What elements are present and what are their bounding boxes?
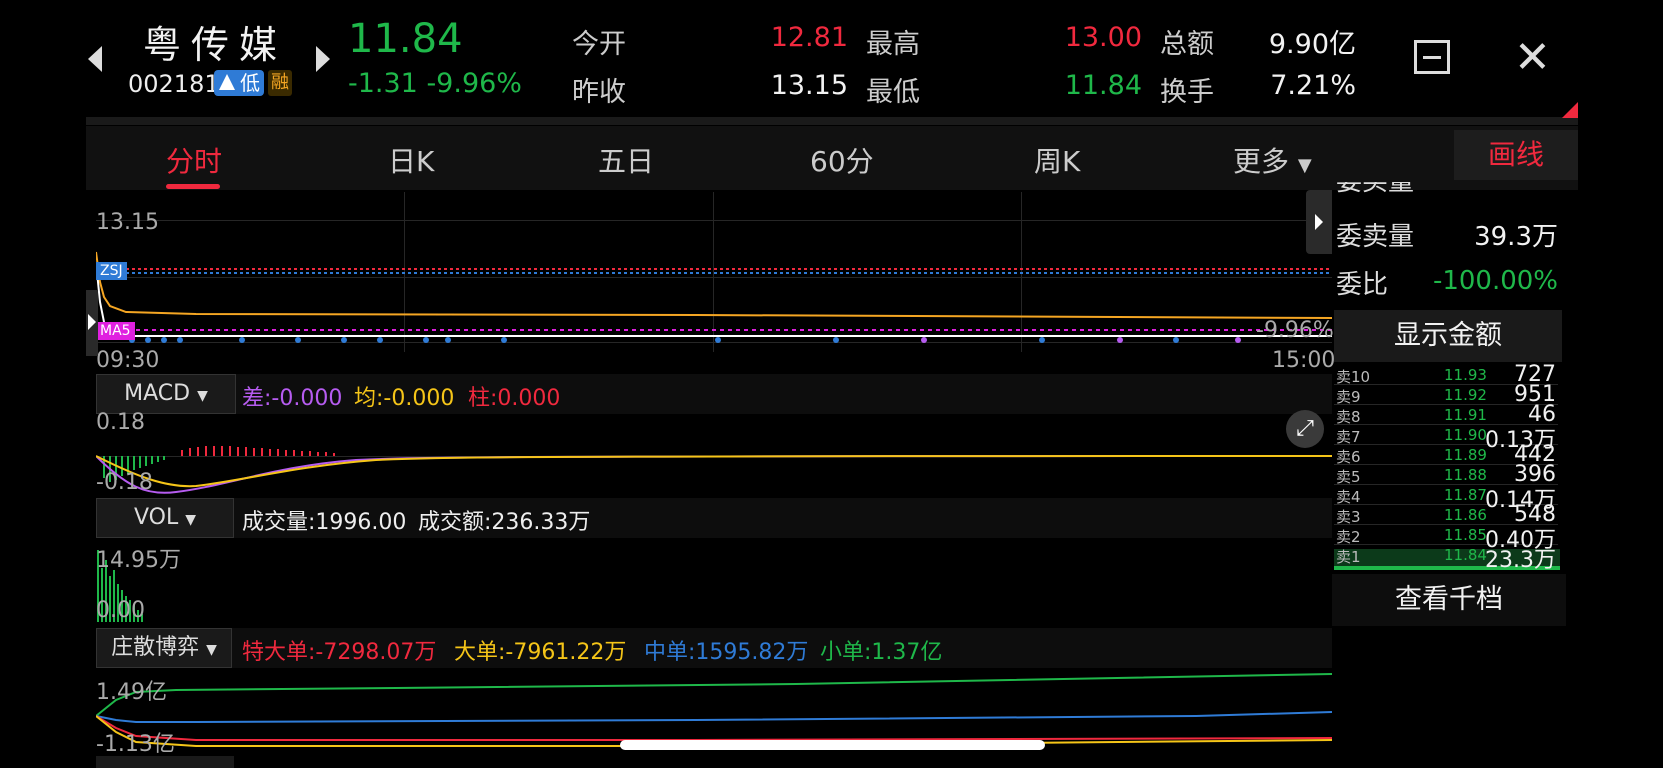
vol-indicator-select[interactable]: VOL ▼ (96, 498, 234, 538)
partial-buy-row: 委买量0 (1336, 182, 1414, 196)
chevron-down-icon: ▼ (206, 642, 217, 658)
volume-bars (97, 550, 143, 622)
next-stock-arrow-icon[interactable] (316, 46, 330, 72)
corner-marker-icon (1562, 102, 1578, 118)
volume-chart[interactable]: 14.95万 0.00 (96, 540, 1332, 623)
tab-60min[interactable]: 60分 (810, 140, 874, 180)
prev-close-value: 13.15 (770, 70, 848, 101)
price-axis-top: 13.15 (96, 210, 159, 235)
amount-value: 9.90亿 (1268, 29, 1356, 60)
order-ratio-label: 委比 (1336, 270, 1389, 300)
partial-buy-label: 委买量 (1336, 182, 1414, 196)
sell-volume-value: 39.3万 (1474, 222, 1558, 252)
tab-more-label: 更多 (1233, 145, 1290, 178)
header-divider (86, 117, 1578, 125)
macd-dea: 均:-0.000 (354, 386, 455, 411)
low-risk-badge: 低 (214, 70, 264, 96)
turnover-label: 换手 (1160, 77, 1214, 108)
flow-large: 大单:-7961.22万 (454, 640, 627, 665)
macd-lines (96, 446, 1332, 494)
order-ratio-value: -100.00% (1432, 266, 1558, 296)
ma5-tag: MA5 (96, 322, 135, 340)
expand-left-icon (88, 314, 96, 330)
intraday-lines (96, 251, 1332, 343)
minimize-icon[interactable] (1414, 40, 1450, 74)
vol-axis-top: 14.95万 (96, 548, 181, 573)
close-icon[interactable]: ✕ (1514, 36, 1551, 80)
tab-five-day[interactable]: 五日 (598, 140, 654, 180)
vol-amount: 成交额:236.33万 (418, 510, 591, 535)
price-change: -1.31 -9.96% (348, 68, 522, 99)
time-start: 09:30 (96, 348, 160, 373)
order-row: 卖1 11.84 23.3万 (1336, 546, 1556, 573)
vol-indicator-label: VOL (133, 505, 179, 530)
active-tab-underline (166, 184, 220, 189)
sell-volume-label: 委卖量 (1336, 222, 1415, 252)
side-panel-toggle[interactable] (1306, 190, 1332, 254)
chevron-down-icon: ▼ (185, 512, 197, 528)
open-label: 今开 (572, 29, 626, 60)
tab-more[interactable]: 更多 ▼ (1233, 140, 1312, 180)
intraday-chart[interactable]: 13.15 ZSJ MA5 -9.96% 09:30 15:00 (96, 192, 1336, 373)
tab-daily-k[interactable]: 日K (388, 140, 434, 180)
warning-icon (219, 74, 235, 90)
stock-code: 002181 (128, 70, 220, 98)
view-1000-levels-button[interactable]: 查看千档 (1332, 574, 1566, 626)
flow-axis-bottom: -1.13亿 (96, 732, 175, 757)
high-label: 最高 (866, 29, 920, 60)
flow-indicator-select[interactable]: 庄散博弈 ▼ (96, 628, 232, 668)
low-value: 11.84 (1064, 70, 1142, 101)
turnover-value: 7.21% (1270, 70, 1356, 101)
stock-name: 粤传媒 (143, 23, 288, 67)
open-value: 12.81 (770, 22, 848, 53)
amount-label: 总额 (1160, 29, 1214, 60)
macd-axis-top: 0.18 (96, 410, 145, 435)
margin-badge: 融 (268, 70, 292, 96)
high-value: 13.00 (1064, 22, 1142, 53)
prev-stock-arrow-icon[interactable] (88, 46, 102, 72)
zsj-tag: ZSJ (96, 262, 127, 280)
home-indicator[interactable] (620, 740, 1045, 750)
vol-axis-bottom: 0.00 (96, 598, 145, 623)
time-end: 15:00 (1272, 348, 1336, 373)
collapse-right-icon (1315, 214, 1323, 230)
macd-bar: 柱:0.000 (468, 386, 561, 411)
show-amount-button[interactable]: 显示金额 (1334, 310, 1562, 362)
macd-diff: 差:-0.000 (242, 386, 343, 411)
macd-indicator-select[interactable]: MACD ▼ (96, 374, 236, 414)
flow-indicator-label: 庄散博弈 (111, 635, 200, 660)
flow-small: 小单:1.37亿 (820, 640, 943, 665)
percent-axis-right: -9.96% (1256, 318, 1334, 343)
flow-super-large: 特大单:-7298.07万 (242, 640, 437, 665)
chevron-down-icon: ▼ (1297, 155, 1312, 176)
prev-close-label: 昨收 (572, 77, 626, 108)
current-price: 11.84 (348, 16, 463, 62)
macd-indicator-label: MACD (124, 381, 191, 406)
tab-weekly-k[interactable]: 周K (1034, 140, 1080, 180)
order-row: 卖9 11.92 951 (1336, 382, 1556, 407)
macd-chart[interactable]: 0.18 -0.18 ⤢ (96, 410, 1332, 496)
tab-intraday[interactable]: 分时 (166, 140, 222, 180)
draw-line-button[interactable]: 画线 (1454, 130, 1578, 180)
next-indicator-select[interactable] (96, 756, 234, 768)
chevron-down-icon: ▼ (197, 388, 208, 404)
macd-axis-bottom: -0.18 (96, 470, 153, 495)
left-panel-handle[interactable] (86, 290, 98, 356)
vol-volume: 成交量:1996.00 (242, 510, 407, 535)
flow-medium: 中单:1595.82万 (644, 640, 809, 665)
flow-axis-top: 1.49亿 (96, 680, 167, 705)
low-label: 最低 (866, 77, 920, 108)
expand-chart-icon[interactable]: ⤢ (1286, 410, 1324, 448)
